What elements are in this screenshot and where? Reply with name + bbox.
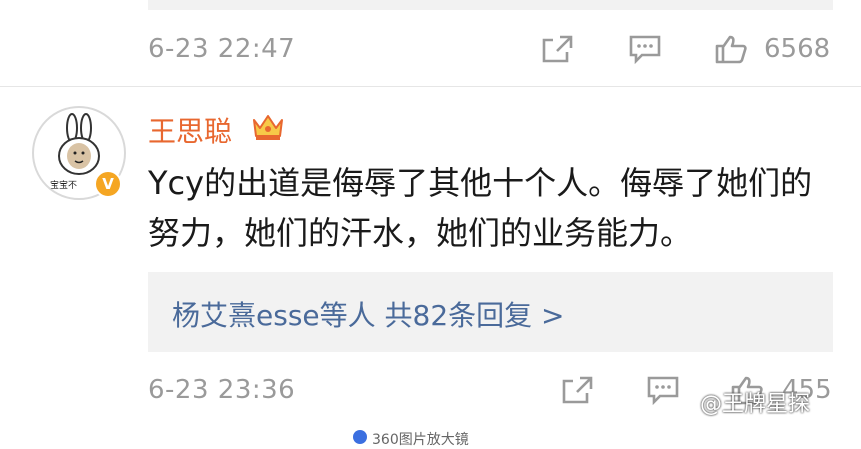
share-icon[interactable] xyxy=(540,34,574,64)
comment-timestamp: 6-23 23:36 xyxy=(148,375,296,405)
comment-icon[interactable] xyxy=(646,375,680,405)
comment-text: Ycy的出道是侮辱了其他十个人。侮辱了她们的努力，她们的汗水，她们的业务能力。 xyxy=(148,164,813,252)
previous-reply-box xyxy=(148,0,833,10)
verified-badge-icon: V xyxy=(94,170,122,198)
comment-timestamp: 6-23 22:47 xyxy=(148,34,296,64)
username[interactable]: 王思聪 xyxy=(148,110,232,150)
bottom-label: 360图片放大镜 xyxy=(372,432,469,448)
comment-icon[interactable] xyxy=(628,34,662,64)
like-count: 6568 xyxy=(764,34,831,64)
watermark: @王牌星探 xyxy=(700,392,811,417)
crown-icon xyxy=(250,110,286,142)
like-icon[interactable] xyxy=(714,34,748,64)
replies-summary-link[interactable]: 杨艾熹esse等人 共82条回复 > xyxy=(172,294,565,334)
comment-divider xyxy=(0,86,861,87)
avatar-caption: 宝宝不 xyxy=(50,181,78,191)
share-icon[interactable] xyxy=(560,375,594,405)
replies-box[interactable]: 杨艾熹esse等人 共82条回复 > xyxy=(148,272,833,352)
comment-footer: 6-23 22:47 6568 xyxy=(0,28,861,68)
